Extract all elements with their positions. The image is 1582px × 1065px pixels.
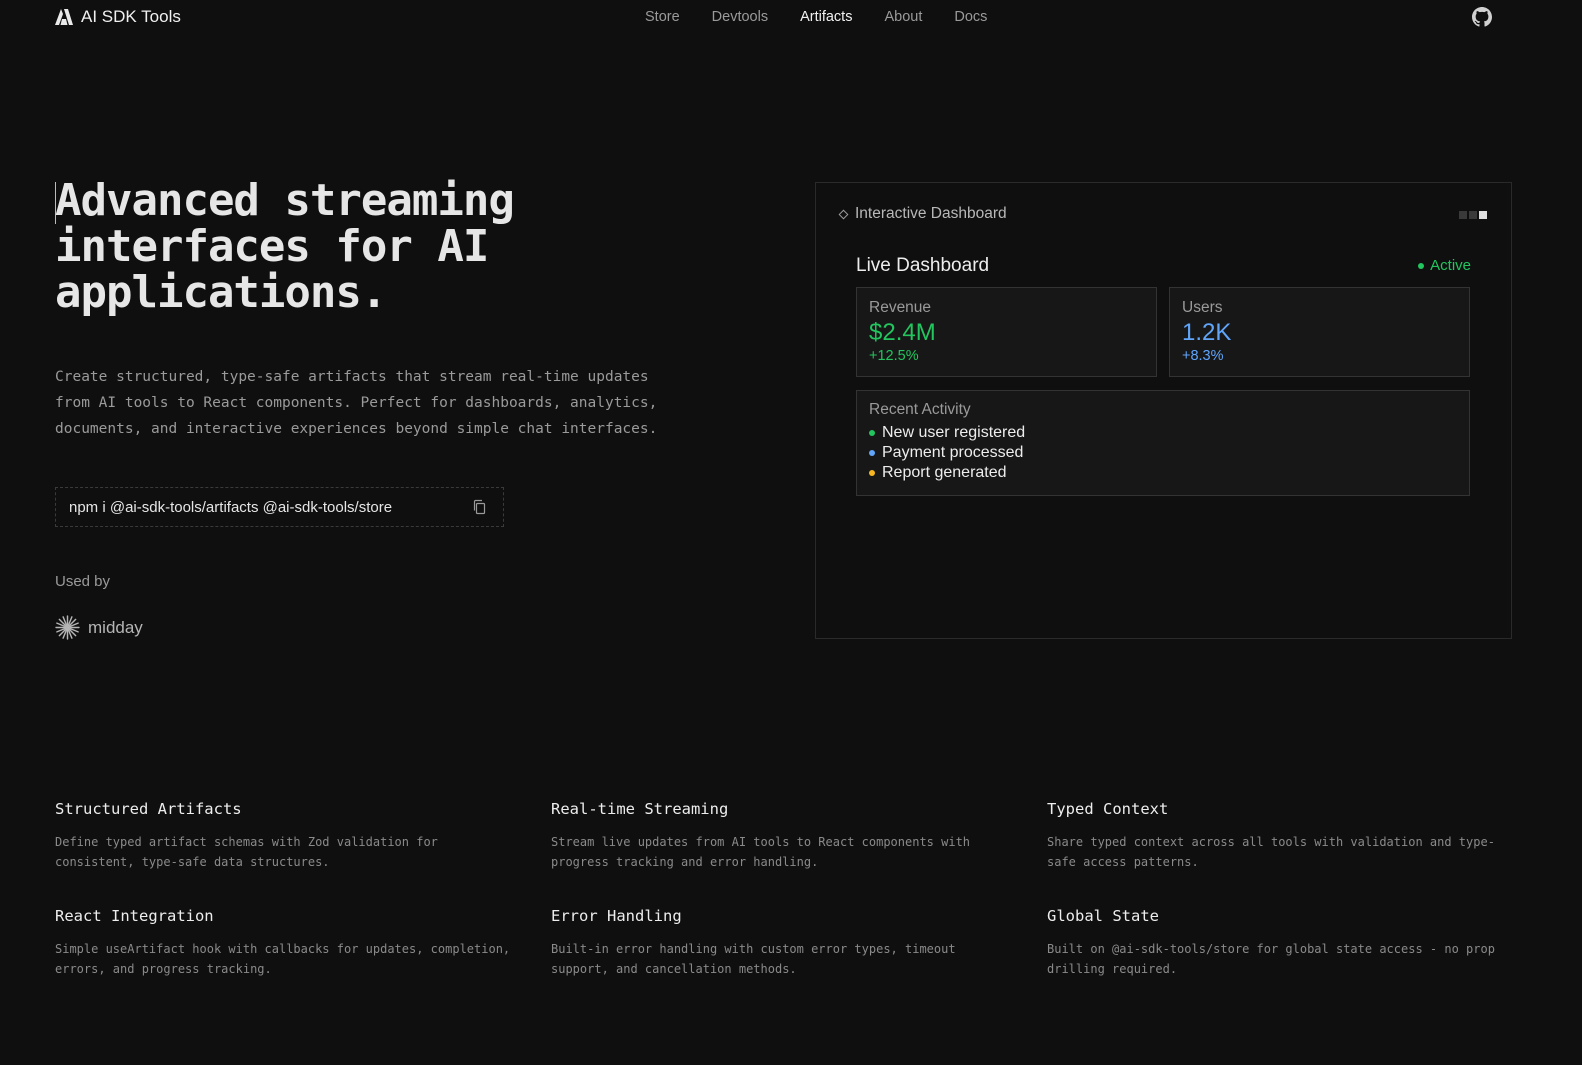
metric-label: Users [1182,299,1223,316]
activity-item: Report generated [869,463,1457,483]
nav-about[interactable]: About [884,9,922,25]
feature-description: Simple useArtifact hook with callbacks f… [55,942,511,976]
feature-title: Error Handling [551,907,682,925]
customer-logo-midday[interactable]: midday [55,615,143,640]
feature-title: Typed Context [1047,800,1169,818]
install-command-box: npm i @ai-sdk-tools/artifacts @ai-sdk-to… [55,487,504,527]
hero-title-line: interfaces for AI [55,221,489,272]
panel-title: Interactive Dashboard [855,205,1007,222]
activity-title: Recent Activity [869,401,971,418]
metric-value: $2.4M [869,319,936,346]
pagination-dot-active[interactable] [1479,211,1487,219]
metric-card-users: Users 1.2K +8.3% [1169,287,1470,377]
metric-change: +8.3% [1182,348,1224,364]
activity-label: Report generated [882,464,1007,481]
metric-change: +12.5% [869,348,919,364]
hero-title-line: Advanced streaming [55,175,515,226]
activity-dot-icon [869,450,875,456]
brand-link[interactable]: AI SDK Tools [55,7,181,27]
feature-description: Built on @ai-sdk-tools/store for global … [1047,942,1495,976]
feature-global-state: Global State Built on @ai-sdk-tools/stor… [1047,907,1507,979]
status-badge: Active [1418,257,1471,274]
feature-description: Define typed artifact schemas with Zod v… [55,835,438,869]
customer-name: midday [88,617,143,637]
feature-title: Global State [1047,907,1159,925]
activity-dot-icon [869,470,875,476]
midday-logo-icon [55,615,80,640]
feature-realtime-streaming: Real-time Streaming Stream live updates … [551,800,1011,872]
nav-docs[interactable]: Docs [954,9,987,25]
activity-label: New user registered [882,424,1026,441]
copy-icon[interactable] [473,499,487,515]
activity-label: Payment processed [882,444,1024,461]
feature-description: Built-in error handling with custom erro… [551,942,956,976]
feature-react-integration: React Integration Simple useArtifact hoo… [55,907,515,979]
nav-artifacts[interactable]: Artifacts [800,9,852,25]
feature-structured-artifacts: Structured Artifacts Define typed artifa… [55,800,515,872]
feature-description: Stream live updates from AI tools to Rea… [551,835,971,869]
feature-title: React Integration [55,907,214,925]
activity-item: Payment processed [869,443,1457,463]
nav-store[interactable]: Store [645,9,680,25]
main-nav: Store Devtools Artifacts About Docs [645,9,987,25]
logo-icon [55,9,73,25]
feature-typed-context: Typed Context Share typed context across… [1047,800,1507,872]
status-dot-icon [1418,262,1425,269]
activity-dot-icon [869,430,875,436]
install-command[interactable]: npm i @ai-sdk-tools/artifacts @ai-sdk-to… [69,499,392,516]
nav-devtools[interactable]: Devtools [712,9,768,25]
brand-name: AI SDK Tools [81,7,181,26]
hero-description-line: documents, and interactive experiences b… [55,421,658,437]
metric-card-revenue: Revenue $2.4M +12.5% [856,287,1157,377]
diamond-icon [838,209,849,219]
hero-description-line: Create structured, type-safe artifacts t… [55,369,649,385]
feature-title: Real-time Streaming [551,800,729,818]
feature-description: Share typed context across all tools wit… [1047,835,1495,869]
site-header: AI SDK Tools Store Devtools Artifacts Ab… [0,0,1582,34]
pagination-dot[interactable] [1469,211,1477,219]
artifact-preview-panel: Interactive Dashboard Live Dashboard Act… [815,182,1512,639]
hero-title-line: applications. [55,267,387,318]
metric-label: Revenue [869,299,932,316]
pagination-dot[interactable] [1459,211,1467,219]
hero-description: Create structured, type-safe artifacts t… [55,364,745,442]
panel-header: Interactive Dashboard [838,205,1007,223]
metric-value: 1.2K [1182,319,1232,346]
dashboard-title: Live Dashboard [856,255,990,276]
status-label: Active [1430,257,1471,274]
hero-description-line: from AI tools to React components. Perfe… [55,395,658,411]
recent-activity-card: Recent Activity New user registered Paym… [856,390,1470,496]
feature-error-handling: Error Handling Built-in error handling w… [551,907,1011,979]
hero-title: Advanced streaming interfaces for AI app… [55,178,575,316]
feature-title: Structured Artifacts [55,800,242,818]
panel-pagination [1459,211,1487,219]
used-by-label: Used by [55,573,111,590]
activity-item: New user registered [869,423,1457,443]
github-icon[interactable] [1472,7,1492,27]
